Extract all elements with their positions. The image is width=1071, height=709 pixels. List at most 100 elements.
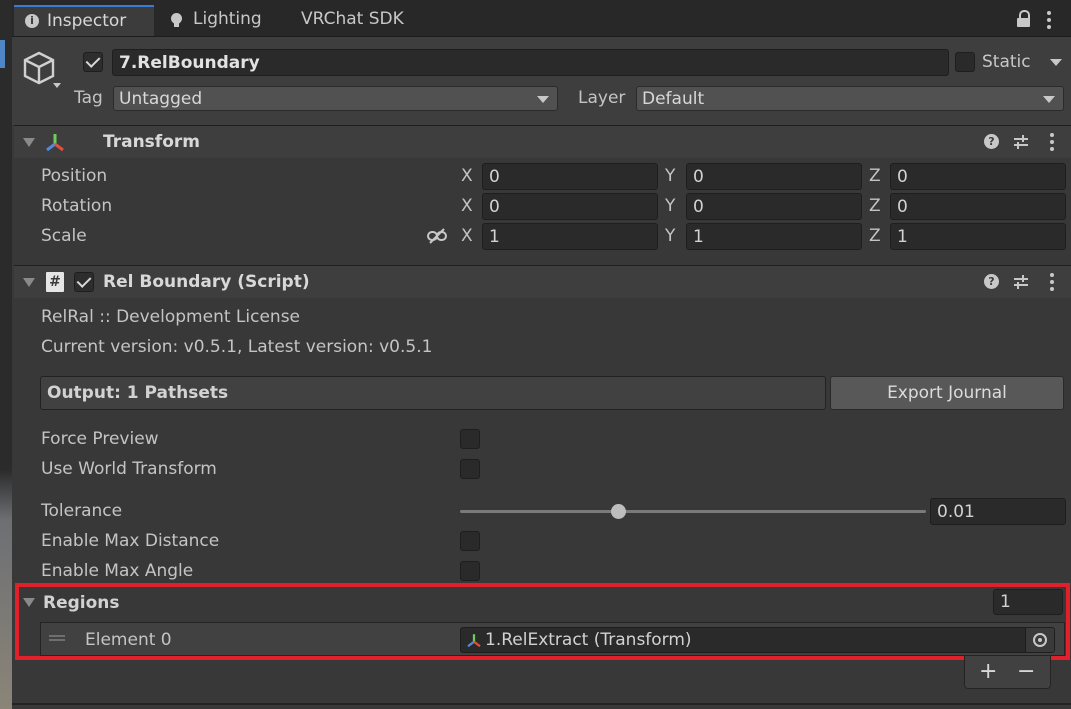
- use-world-transform-label: Use World Transform: [41, 459, 217, 479]
- static-dropdown-caret-icon[interactable]: [1050, 59, 1062, 66]
- rotation-z-field[interactable]: 0: [890, 193, 1066, 220]
- transform-axes-icon: [467, 634, 481, 648]
- position-x-value: 0: [489, 166, 500, 187]
- checkmark-icon: [85, 53, 101, 68]
- unity-inspector-window: { "tabs": [ {"label": "Inspector", "icon…: [0, 0, 1071, 709]
- position-y-label[interactable]: Y: [665, 168, 675, 185]
- regions-size-field[interactable]: 1: [993, 589, 1063, 615]
- scale-z-field[interactable]: 1: [890, 223, 1066, 250]
- rotation-z-label[interactable]: Z: [869, 198, 881, 215]
- position-z-value: 0: [897, 166, 908, 187]
- use-world-transform-checkbox[interactable]: [460, 459, 480, 479]
- gameobject-active-checkbox[interactable]: [83, 52, 103, 72]
- export-journal-button[interactable]: Export Journal: [830, 376, 1064, 410]
- enable-max-distance-label: Enable Max Distance: [41, 531, 220, 551]
- force-preview-label: Force Preview: [41, 429, 159, 449]
- transform-title: Transform: [103, 132, 200, 152]
- tag-label: Tag: [74, 88, 103, 108]
- tolerance-value-field[interactable]: 0.01: [930, 498, 1066, 525]
- enable-max-angle-checkbox[interactable]: [460, 561, 480, 581]
- element-0-label: Element 0: [85, 630, 172, 650]
- scale-x-label[interactable]: X: [461, 228, 473, 245]
- layer-label: Layer: [578, 88, 626, 108]
- scale-z-label[interactable]: Z: [869, 228, 881, 245]
- script-component-header[interactable]: # Rel Boundary (Script) ?: [14, 265, 1071, 298]
- position-z-field[interactable]: 0: [890, 163, 1066, 190]
- window-menu-icon[interactable]: [1047, 11, 1051, 32]
- lightbulb-base: [174, 23, 179, 27]
- enable-max-angle-label: Enable Max Angle: [41, 561, 194, 581]
- force-preview-checkbox[interactable]: [460, 429, 480, 449]
- layer-dropdown[interactable]: Default: [636, 86, 1064, 111]
- csharp-script-icon: #: [46, 272, 64, 292]
- add-element-button[interactable]: +: [979, 661, 997, 683]
- gameobject-name-field[interactable]: 7.RelBoundary: [112, 49, 949, 76]
- static-checkbox[interactable]: [955, 52, 975, 72]
- remove-element-button[interactable]: −: [1017, 661, 1035, 683]
- position-x-field[interactable]: 0: [482, 163, 658, 190]
- position-y-field[interactable]: 0: [686, 163, 862, 190]
- tolerance-slider-track[interactable]: [460, 510, 926, 513]
- chevron-down-icon: [1043, 95, 1055, 103]
- constrain-proportions-link-icon[interactable]: [427, 228, 447, 244]
- tab-lighting-label: Lighting: [193, 9, 262, 29]
- lock-icon[interactable]: [1017, 10, 1031, 28]
- position-x-label[interactable]: X: [461, 168, 473, 185]
- script-title: Rel Boundary (Script): [103, 272, 310, 292]
- output-text: Output: 1 Pathsets: [47, 383, 229, 403]
- element-0-object-field[interactable]: 1.RelExtract (Transform): [460, 627, 1055, 653]
- output-box: Output: 1 Pathsets: [40, 376, 826, 410]
- tab-vrchat-sdk[interactable]: VRChat SDK: [290, 5, 430, 36]
- scale-label: Scale: [41, 226, 87, 246]
- position-label: Position: [41, 166, 108, 186]
- tab-inspector[interactable]: i Inspector: [14, 5, 154, 36]
- regions-header[interactable]: Regions: [20, 588, 1066, 618]
- scale-y-field[interactable]: 1: [686, 223, 862, 250]
- checkmark-icon: [76, 273, 92, 288]
- object-picker-icon[interactable]: [1025, 628, 1054, 652]
- rotation-y-label[interactable]: Y: [665, 198, 675, 215]
- tag-dropdown[interactable]: Untagged: [113, 86, 558, 111]
- help-icon[interactable]: ?: [984, 274, 999, 289]
- rotation-y-value: 0: [693, 196, 704, 217]
- tolerance-label: Tolerance: [41, 501, 123, 521]
- scale-z-value: 1: [897, 226, 908, 247]
- scale-y-label[interactable]: Y: [665, 228, 675, 245]
- scene-view-selection-marker: [0, 40, 5, 68]
- rotation-x-field[interactable]: 0: [482, 193, 658, 220]
- static-label: Static: [982, 52, 1031, 72]
- rotation-x-label[interactable]: X: [461, 198, 473, 215]
- tab-vrchat-sdk-label: VRChat SDK: [301, 9, 404, 29]
- position-z-label[interactable]: Z: [869, 168, 881, 185]
- bottom-divider: [12, 703, 1071, 705]
- tolerance-slider-thumb[interactable]: [610, 504, 626, 519]
- version-text: Current version: v0.5.1, Latest version:…: [41, 337, 433, 357]
- license-text: RelRal :: Development License: [41, 307, 301, 327]
- gameobject-cube-icon[interactable]: [22, 50, 62, 90]
- rotation-x-value: 0: [489, 196, 500, 217]
- tab-inspector-label: Inspector: [47, 11, 127, 31]
- foldout-arrow-icon[interactable]: [23, 278, 35, 287]
- layer-dropdown-value: Default: [642, 88, 705, 109]
- drag-handle-icon[interactable]: [49, 635, 65, 641]
- tab-lighting[interactable]: Lighting: [160, 5, 285, 36]
- preset-sliders-icon[interactable]: [1013, 134, 1029, 150]
- rotation-z-value: 0: [897, 196, 908, 217]
- rotation-y-field[interactable]: 0: [686, 193, 862, 220]
- scale-y-value: 1: [693, 226, 704, 247]
- help-icon[interactable]: ?: [984, 134, 999, 149]
- foldout-arrow-icon[interactable]: [23, 598, 35, 607]
- enable-max-distance-checkbox[interactable]: [460, 531, 480, 551]
- preset-sliders-icon[interactable]: [1013, 274, 1029, 290]
- tag-dropdown-value: Untagged: [119, 88, 203, 109]
- component-menu-icon[interactable]: [1050, 273, 1054, 294]
- scale-x-field[interactable]: 1: [482, 223, 658, 250]
- position-y-value: 0: [693, 166, 704, 187]
- component-menu-icon[interactable]: [1050, 133, 1054, 154]
- info-icon: i: [25, 14, 39, 28]
- scene-view-edge: [0, 0, 12, 709]
- script-enabled-checkbox[interactable]: [74, 272, 94, 292]
- foldout-arrow-icon[interactable]: [23, 138, 35, 147]
- transform-header[interactable]: Transform ?: [14, 125, 1071, 158]
- export-journal-label: Export Journal: [887, 383, 1007, 403]
